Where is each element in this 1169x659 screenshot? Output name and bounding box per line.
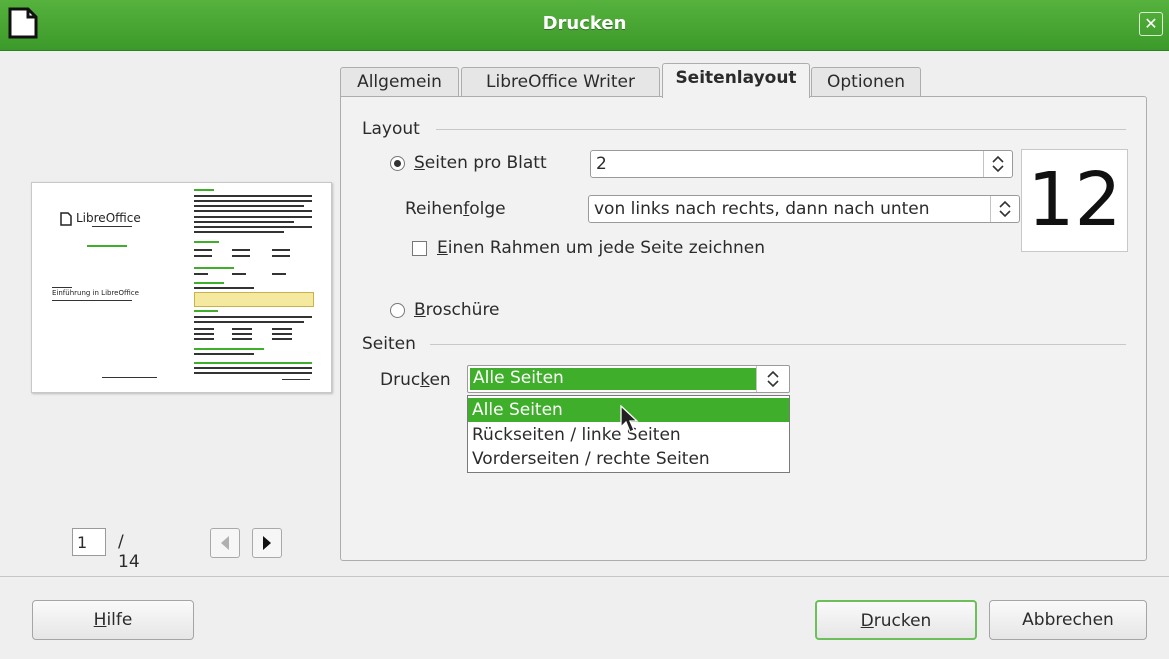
order-label: Reihenfolge: [405, 199, 506, 219]
tab-libreoffice-writer[interactable]: LibreOffice Writer: [461, 67, 660, 97]
page-border-label: Einen Rahmen um jede Seite zeichnen: [437, 238, 766, 258]
preview-page-right: [182, 183, 330, 392]
pages-section-label: Seiten: [362, 334, 416, 354]
mouse-cursor-icon: [620, 405, 639, 433]
spin-arrows-icon: [990, 196, 1019, 222]
print-pages-value: Alle Seiten: [473, 368, 564, 388]
tab-allgemein[interactable]: Allgemein: [340, 67, 459, 97]
arrow-left-icon: [221, 536, 229, 550]
print-preview: LibreOffice Einführung in LibreOffice: [31, 182, 332, 393]
preview-page-left: LibreOffice Einführung in LibreOffice: [32, 183, 180, 392]
pages-per-sheet-preview: 12: [1021, 149, 1128, 252]
pages-per-sheet-select[interactable]: 2: [590, 150, 1013, 178]
order-value: von links nach rechts, dann nach unten: [594, 199, 930, 219]
print-pages-select[interactable]: Alle Seiten: [467, 365, 790, 393]
brochure-radio[interactable]: [390, 303, 405, 318]
window-title: Drucken: [542, 13, 627, 34]
page-border-checkbox[interactable]: [412, 241, 427, 256]
pages-per-sheet-label: Seiten pro Blatt: [414, 153, 547, 173]
previous-page-button[interactable]: [210, 528, 240, 558]
page-total-label: / 14: [118, 532, 140, 572]
dropdown-option[interactable]: Vorderseiten / rechte Seiten: [468, 447, 789, 471]
order-select[interactable]: von links nach rechts, dann nach unten: [588, 195, 1020, 223]
pages-divider: [430, 344, 1126, 345]
layout-section-label: Layout: [362, 119, 420, 139]
preview-doc-title: Einführung in LibreOffice: [52, 289, 139, 297]
title-bar: Drucken ✕: [0, 0, 1169, 51]
spin-arrows-icon: [983, 151, 1012, 177]
tab-seitenlayout[interactable]: Seitenlayout: [662, 63, 810, 98]
close-icon[interactable]: ✕: [1139, 12, 1163, 36]
preview-logo-text: LibreOffice: [76, 211, 141, 225]
spin-arrows-icon: [756, 366, 789, 392]
tab-optionen[interactable]: Optionen: [811, 67, 921, 97]
preview-note-box: [194, 292, 314, 307]
pages-per-sheet-value: 2: [596, 154, 607, 174]
pages-per-sheet-radio[interactable]: [390, 156, 405, 171]
layout-divider: [436, 129, 1126, 130]
next-page-button[interactable]: [252, 528, 282, 558]
brochure-label: Broschüre: [414, 300, 500, 320]
libreoffice-logo-icon: [60, 212, 72, 226]
dialog-separator: [0, 576, 1169, 577]
page-number-input[interactable]: 1: [72, 528, 106, 556]
print-button[interactable]: Drucken: [815, 600, 977, 640]
arrow-right-icon: [263, 536, 271, 550]
cancel-button[interactable]: Abbrechen: [989, 600, 1147, 640]
print-pages-label: Drucken: [380, 370, 451, 390]
help-button[interactable]: Hilfe: [32, 600, 194, 640]
